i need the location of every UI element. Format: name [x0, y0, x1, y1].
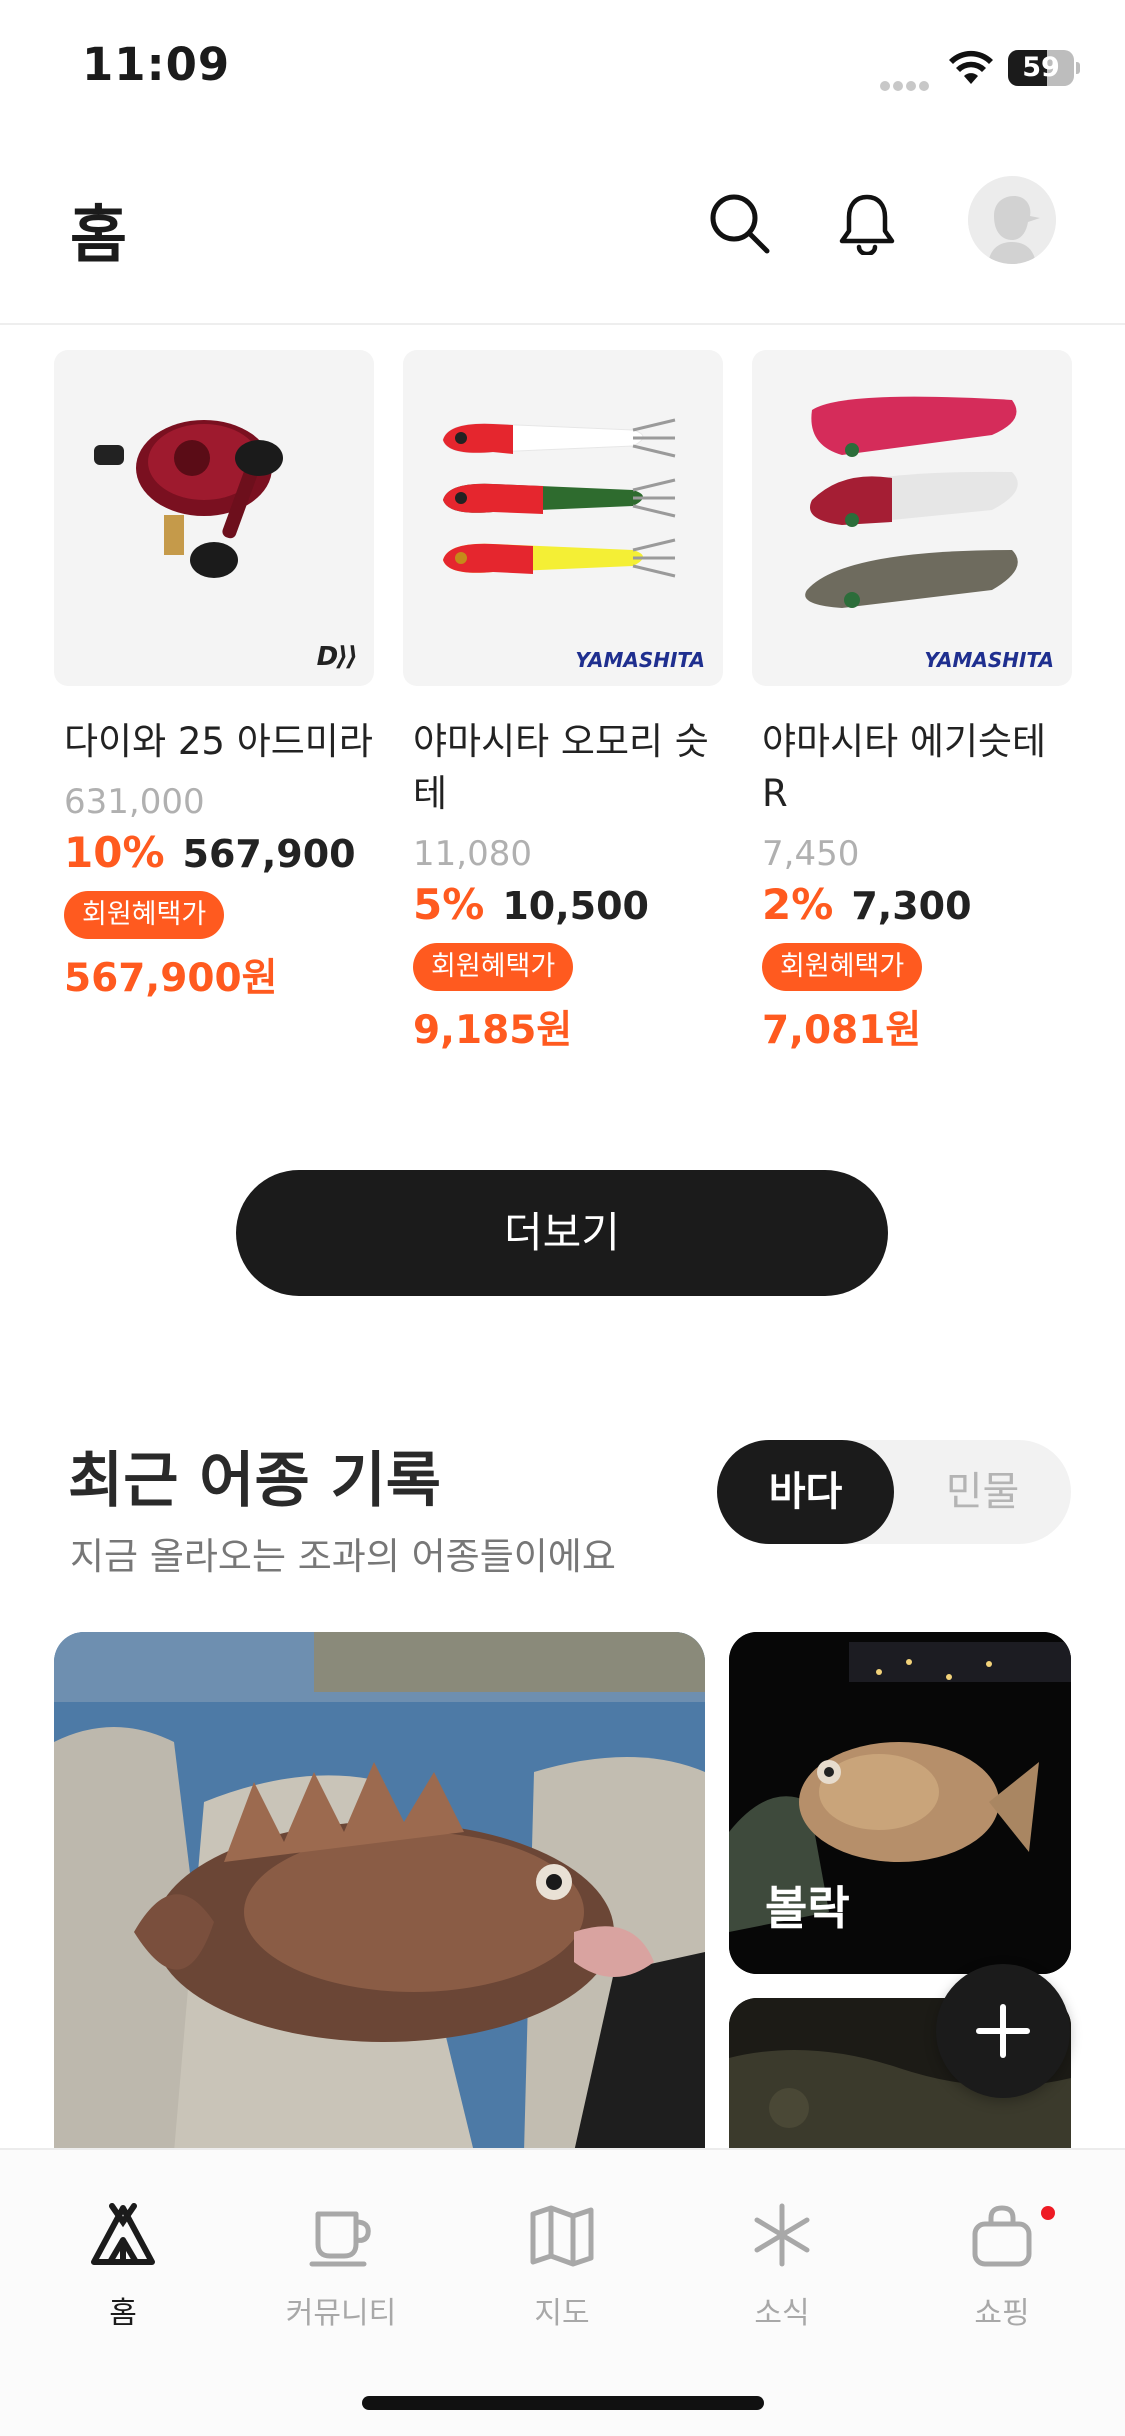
price-row: 5% 10,500: [403, 880, 723, 929]
tab-label: 소식: [754, 2296, 810, 2331]
discount-rate: 10%: [64, 828, 165, 877]
brand-logo: YAMASHITA: [924, 648, 1054, 672]
fishing-reel-image: [94, 420, 283, 578]
product-card[interactable]: YAMASHITA 야마시타 오모리 슷테 11,080 5% 10,500 회…: [403, 350, 723, 1055]
avatar-icon: [968, 176, 1056, 264]
plus-icon: [976, 2004, 1030, 2058]
catch-photo[interactable]: 볼락: [729, 1632, 1071, 1974]
profile-avatar-button[interactable]: [968, 176, 1056, 264]
product-card[interactable]: YAMASHITA 야마시타 에기슷테 R 7,450 2% 7,300 회원혜…: [752, 350, 1072, 1055]
sale-price: 10,500: [502, 884, 649, 928]
app-header: 홈: [0, 150, 1125, 325]
notification-dot: [1041, 2206, 1055, 2220]
tab-map[interactable]: 지도: [477, 2200, 647, 2350]
egi-jig-image: [805, 396, 1018, 608]
catch-photo[interactable]: [54, 1632, 705, 2152]
add-record-button[interactable]: [936, 1964, 1070, 2098]
tab-shopping[interactable]: 쇼핑: [917, 2200, 1087, 2350]
sale-price: 567,900: [182, 832, 356, 876]
cup-icon: [309, 2211, 371, 2267]
squid-jig-image: [442, 418, 676, 578]
bag-icon: [972, 2205, 1032, 2267]
species-label: 볼락: [765, 1881, 850, 1935]
brand-logo: D⟩⟩: [316, 642, 358, 672]
tent-icon: [91, 2203, 155, 2265]
more-button[interactable]: 더보기: [236, 1170, 888, 1296]
status-bar: 11:09 59: [0, 0, 1125, 135]
product-name: 야마시타 에기슷테 R: [762, 720, 1047, 815]
search-icon: [710, 194, 770, 254]
sale-price: 7,300: [851, 884, 972, 928]
price-row: 2% 7,300: [752, 880, 1072, 929]
tab-label: 지도: [534, 2296, 590, 2331]
product-image: D⟩⟩: [54, 350, 374, 686]
notification-button[interactable]: [822, 178, 912, 268]
battery-icon: 59: [1008, 50, 1080, 86]
original-price: 11,080: [413, 834, 532, 874]
price-row: 10% 567,900: [54, 828, 374, 877]
status-time: 11:09: [82, 38, 231, 91]
tab-community[interactable]: 커뮤니티: [256, 2200, 426, 2350]
water-type-toggle: 바다 민물: [717, 1440, 1071, 1544]
bottom-tab-bar: 홈 커뮤니티 지도 소식 쇼핑: [0, 2148, 1125, 2436]
product-name: 다이와 25 아드미라: [64, 720, 373, 763]
member-price: 9,185원: [413, 1008, 573, 1053]
product-card[interactable]: D⟩⟩ 다이와 25 아드미라 631,000 10% 567,900 회원혜택…: [54, 350, 374, 1003]
asterisk-icon: [754, 2203, 810, 2267]
rockfish-photo: [54, 1632, 705, 2152]
original-price: 631,000: [64, 782, 205, 822]
page-title: 홈: [70, 198, 128, 271]
discount-rate: 5%: [413, 880, 485, 929]
tab-label: 쇼핑: [974, 2296, 1030, 2331]
tab-home[interactable]: 홈: [38, 2200, 208, 2350]
section-subtitle: 지금 올라오는 조과의 어종들이에요: [70, 1535, 616, 1578]
section-title: 최근 어종 기록: [68, 1446, 441, 1516]
product-name: 야마시타 오모리 슷테: [413, 720, 709, 815]
member-badge: 회원혜택가: [413, 943, 574, 991]
home-indicator: [362, 2396, 764, 2410]
tab-sea[interactable]: 바다: [717, 1440, 894, 1544]
battery-level: 59: [1022, 52, 1060, 83]
tab-label: 커뮤니티: [285, 2296, 397, 2331]
tab-news[interactable]: 소식: [697, 2200, 867, 2350]
cellular-signal-icon: [880, 76, 934, 91]
original-price: 7,450: [762, 834, 860, 874]
brand-logo: YAMASHITA: [575, 648, 705, 672]
tab-label: 홈: [109, 2296, 137, 2331]
search-button[interactable]: [694, 178, 784, 268]
product-image: YAMASHITA: [403, 350, 723, 686]
member-price: 567,900원: [64, 956, 278, 1001]
tab-freshwater[interactable]: 민물: [894, 1440, 1071, 1544]
member-badge: 회원혜택가: [64, 891, 225, 939]
member-price: 7,081원: [762, 1008, 922, 1053]
wifi-icon: [949, 50, 993, 84]
bell-icon: [839, 194, 895, 255]
discount-rate: 2%: [762, 880, 834, 929]
map-icon: [530, 2205, 594, 2267]
product-image: YAMASHITA: [752, 350, 1072, 686]
member-badge: 회원혜택가: [762, 943, 923, 991]
